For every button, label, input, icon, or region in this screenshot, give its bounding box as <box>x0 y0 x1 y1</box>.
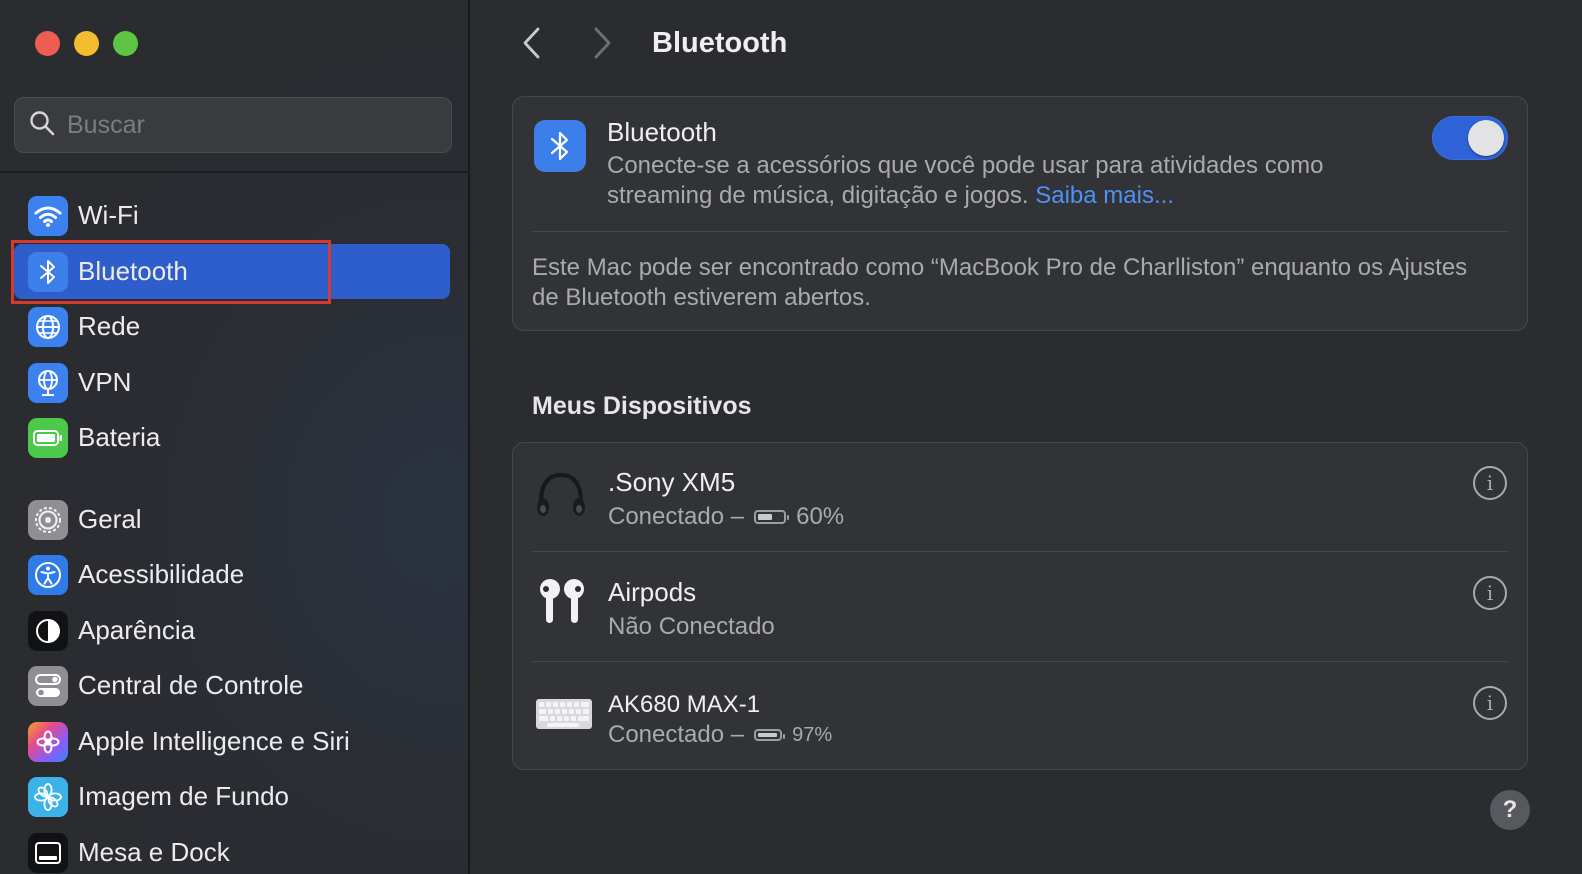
main-content: Bluetooth Bluetooth Conecte-se a acessór… <box>472 0 1582 874</box>
device-status: Conectado – 60% <box>608 503 844 531</box>
info-icon: i <box>1486 581 1494 605</box>
control-center-icon <box>28 665 68 706</box>
sidebar-item-apple-intelligence-e-siri[interactable]: Apple Intelligence e Siri <box>14 714 450 769</box>
info-button[interactable]: i <box>1473 466 1507 500</box>
bluetooth-card: Bluetooth Conecte-se a acessórios que vo… <box>512 96 1528 331</box>
wifi-icon <box>28 195 68 236</box>
battery-percent: 60% <box>796 503 845 530</box>
sidebar-item-label: Mesa e Dock <box>78 837 230 867</box>
bluetooth-toggle[interactable] <box>1432 116 1508 160</box>
sidebar-item-label: Wi-Fi <box>78 200 139 230</box>
sidebar-item-label: Geral <box>78 504 142 534</box>
sidebar-item-central-de-controle[interactable]: Central de Controle <box>14 658 450 713</box>
wallpaper-icon <box>28 776 68 817</box>
chevron-right-icon <box>594 27 611 59</box>
sidebar-divider <box>0 171 470 173</box>
device-row[interactable]: .Sony XM5 Conectado – 60% i <box>513 443 1529 553</box>
sidebar-item-imagem-de-fundo[interactable]: Imagem de Fundo <box>14 769 450 824</box>
battery-percent: 97% <box>792 723 833 746</box>
search-input[interactable] <box>67 110 427 140</box>
sidebar-item-vpn[interactable]: VPN <box>14 355 450 410</box>
airpods-icon <box>535 577 589 632</box>
dock-icon <box>28 832 68 873</box>
forward-button[interactable] <box>582 23 622 63</box>
vpn-globe-icon <box>28 362 68 403</box>
sidebar-item-label: VPN <box>78 367 132 397</box>
battery-indicator <box>754 729 786 741</box>
device-name: Airpods <box>608 577 697 607</box>
sidebar-item-mesa-e-dock[interactable]: Mesa e Dock <box>14 825 450 874</box>
back-button[interactable] <box>512 23 552 63</box>
bluetooth-icon <box>534 120 586 172</box>
sidebar-item-acessibilidade[interactable]: Acessibilidade <box>14 547 450 602</box>
chevron-left-icon <box>523 27 540 59</box>
globe-icon <box>28 306 68 347</box>
device-row[interactable]: Airpods Não Conectado i <box>513 553 1529 663</box>
appearance-icon <box>28 610 68 651</box>
card-divider <box>532 231 1508 232</box>
sidebar-item-label: Central de Controle <box>78 670 304 700</box>
sidebar-item-label: Imagem de Fundo <box>78 781 290 811</box>
device-name: .Sony XM5 <box>608 467 736 497</box>
sidebar-item-rede[interactable]: Rede <box>14 299 450 354</box>
learn-more-link[interactable]: Saiba mais... <box>1035 182 1174 209</box>
accessibility-icon <box>28 554 68 595</box>
search-icon <box>29 110 55 141</box>
info-icon: i <box>1486 691 1494 715</box>
battery-fill <box>758 733 778 737</box>
sidebar-item-label: Bluetooth <box>78 256 188 286</box>
info-button[interactable]: i <box>1473 686 1507 720</box>
info-icon: i <box>1486 471 1494 495</box>
toolbar: Bluetooth <box>512 18 787 68</box>
help-button[interactable]: ? <box>1490 790 1530 830</box>
minimize-window-button[interactable] <box>74 31 99 56</box>
info-button[interactable]: i <box>1473 576 1507 610</box>
battery-indicator <box>754 510 790 524</box>
sidebar-item-wifi[interactable]: Wi-Fi <box>14 188 450 243</box>
device-status-text: Conectado – <box>608 721 745 748</box>
row-divider <box>532 661 1508 662</box>
window-controls <box>35 31 138 56</box>
bluetooth-description-text: Conecte-se a acessórios que você pode us… <box>607 152 1324 209</box>
keyboard-icon <box>535 697 593 736</box>
sidebar-item-label: Apple Intelligence e Siri <box>78 726 350 756</box>
sidebar-item-aparencia[interactable]: Aparência <box>14 603 450 658</box>
row-divider <box>532 551 1508 552</box>
device-name: AK680 MAX-1 <box>608 691 761 718</box>
bluetooth-description: Conecte-se a acessórios que você pode us… <box>607 151 1407 211</box>
device-status-text: Conectado – <box>608 503 745 530</box>
bluetooth-title: Bluetooth <box>607 117 717 147</box>
devices-card: .Sony XM5 Conectado – 60% i Airpods Não … <box>512 442 1528 770</box>
battery-fill <box>758 514 773 520</box>
device-status: Conectado – 97% <box>608 721 832 749</box>
sidebar-item-geral[interactable]: Geral <box>14 492 450 547</box>
sidebar-item-label: Aparência <box>78 615 196 645</box>
device-status-text: Não Conectado <box>608 613 775 640</box>
discoverable-note: Este Mac pode ser encontrado como “MacBo… <box>532 254 1468 311</box>
page-title: Bluetooth <box>652 26 788 59</box>
bluetooth-icon <box>28 251 68 292</box>
battery-icon <box>28 417 68 458</box>
sidebar-item-bateria[interactable]: Bateria <box>14 410 450 465</box>
siri-icon <box>28 721 68 762</box>
gear-icon <box>28 499 68 540</box>
device-row[interactable]: AK680 MAX-1 Conectado – 97% i <box>513 663 1529 773</box>
toggle-knob <box>1468 120 1504 156</box>
sidebar-item-bluetooth[interactable]: Bluetooth <box>14 244 450 299</box>
sidebar-item-label: Acessibilidade <box>78 559 245 589</box>
zoom-window-button[interactable] <box>113 31 138 56</box>
sidebar-item-label: Rede <box>78 311 141 341</box>
close-window-button[interactable] <box>35 31 60 56</box>
search-field[interactable] <box>14 97 452 153</box>
headphones-icon <box>535 469 587 526</box>
sidebar-item-label: Bateria <box>78 422 161 452</box>
devices-section-title: Meus Dispositivos <box>532 392 752 420</box>
device-status: Não Conectado <box>608 613 775 641</box>
sidebar: Wi-Fi Bluetooth Rede VPN <box>0 0 470 874</box>
